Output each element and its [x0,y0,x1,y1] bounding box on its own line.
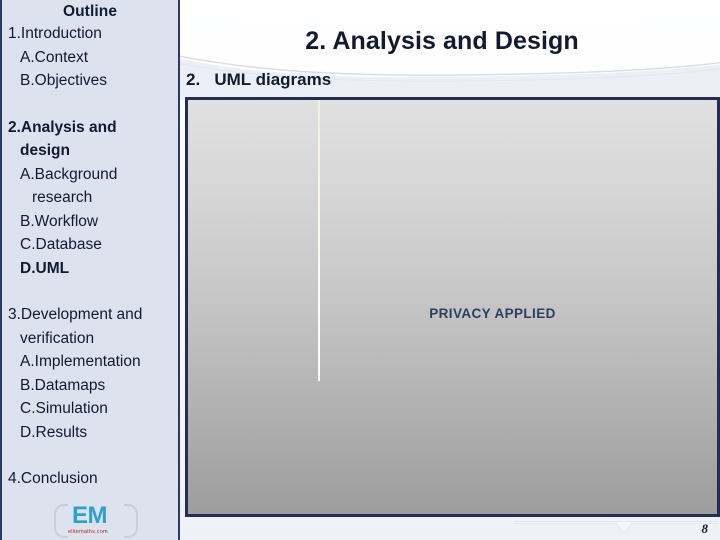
outline-item[interactable]: A.Background [6,163,174,187]
outline-items-container: 1.Introduction A.Context B.Objectives 2.Ana… [6,22,174,491]
outline-item[interactable]: C.Simulation [6,397,174,421]
logo-left-brace-icon [54,504,68,538]
outline-item[interactable]: design [6,139,174,163]
outline-item[interactable]: B.Objectives [6,69,174,93]
outline-spacer [6,444,174,467]
diagram-image-frame: PRIVACY APPLIED [185,97,720,517]
slide-canvas: Outline 1.Introduction A.Context B.Objecti… [0,0,720,540]
logo-url: elitemaths.com [68,529,108,535]
outline-item[interactable]: D.UML [6,257,174,281]
outline-item[interactable]: 4.Conclusion [6,467,174,491]
outline-spacer [6,93,174,116]
page-number: 8 [701,521,709,536]
slide-main: 2. Analysis and Design 2. UML diagrams P… [182,0,720,540]
section-subtitle: 2. UML diagrams [186,70,332,89]
vertical-guide-line [318,100,320,381]
outline-list: Outline 1.Introduction A.Context B.Objecti… [2,0,178,491]
logo-right-brace-icon [124,504,138,538]
outline-item[interactable]: A.Context [6,46,174,70]
outline-item[interactable]: B.Datamaps [6,374,174,398]
outline-item[interactable]: verification [6,327,174,351]
outline-spacer [6,280,174,303]
outline-item[interactable]: C.Database [6,233,174,257]
outline-item[interactable]: B.Workflow [6,210,174,234]
outline-item[interactable]: research [6,186,174,210]
outline-heading: Outline [62,3,118,20]
brand-logo: EM elitemaths.com [50,502,142,540]
logo-mark: EM [72,502,108,529]
outline-item[interactable]: D.Results [6,421,174,445]
footer-decoration [514,521,719,537]
outline-item[interactable]: 3.Development and [6,303,174,327]
outline-item[interactable]: A.Implementation [6,350,174,374]
outline-item[interactable]: 1.Introduction [6,22,174,46]
footer-ribbon-icon [514,521,719,535]
privacy-applied-label: PRIVACY APPLIED [429,306,556,321]
outline-sidebar: Outline 1.Introduction A.Context B.Objecti… [0,0,180,540]
page-title: 2. Analysis and Design [305,26,579,55]
outline-item[interactable]: 2.Analysis and [6,116,174,140]
